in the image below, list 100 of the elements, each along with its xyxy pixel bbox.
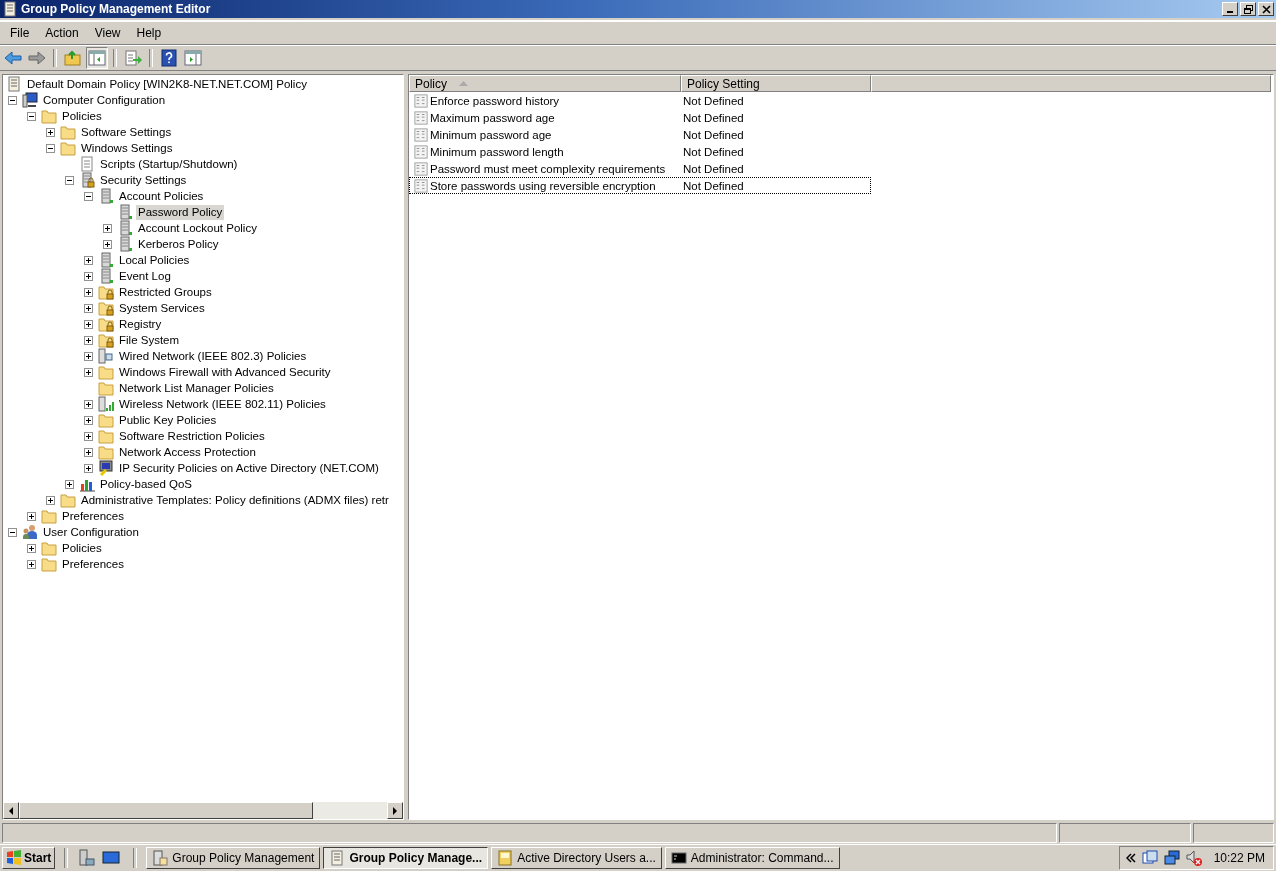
policy-name[interactable]: Minimum password age <box>430 128 552 141</box>
tree-item[interactable]: Security Settings <box>98 172 189 188</box>
server-manager-icon[interactable] <box>77 849 96 867</box>
tree-item[interactable]: Preferences <box>60 508 126 524</box>
policy-icon <box>414 110 428 125</box>
menu-item[interactable]: Help <box>128 24 170 42</box>
tree-item[interactable]: Network List Manager Policies <box>117 380 276 396</box>
expander-toggle[interactable] <box>27 111 36 121</box>
network-icon <box>98 348 114 364</box>
server-icon <box>117 220 133 236</box>
expander-toggle[interactable] <box>8 95 17 105</box>
tree-item[interactable]: Windows Firewall with Advanced Security <box>117 364 333 380</box>
start-button[interactable]: Start <box>2 847 56 869</box>
tree-item[interactable]: Scripts (Startup/Shutdown) <box>98 156 240 172</box>
tree-item[interactable]: Password Policy <box>136 204 225 220</box>
tree-item[interactable]: System Services <box>117 300 207 316</box>
tree-item[interactable]: User Configuration <box>41 524 141 540</box>
expander-toggle[interactable] <box>84 319 93 329</box>
tree-item[interactable]: Account Lockout Policy <box>136 220 259 236</box>
menu-item[interactable]: Action <box>37 24 87 42</box>
show-hidden-icons-icon[interactable] <box>1125 853 1136 863</box>
tree-item[interactable]: Software Restriction Policies <box>117 428 267 444</box>
taskbar-button[interactable]: Active Directory Users a... <box>491 847 662 869</box>
tree-item[interactable]: Software Settings <box>79 124 174 140</box>
tree-item[interactable]: Public Key Policies <box>117 412 219 428</box>
expander-toggle[interactable] <box>8 527 17 537</box>
tree-item[interactable]: Local Policies <box>117 252 192 268</box>
tree-item[interactable]: Default Domain Policy [WIN2K8-NET.NET.COM] Policy <box>25 76 309 92</box>
tree-item[interactable]: Registry <box>117 316 164 332</box>
taskbar-button[interactable]: Group Policy Manage... <box>323 847 489 869</box>
show-tree-button[interactable] <box>86 47 108 69</box>
scroll-left-button[interactable] <box>3 802 19 819</box>
restore-button[interactable] <box>1240 2 1256 16</box>
expander-toggle[interactable] <box>84 271 93 281</box>
expander-toggle[interactable] <box>84 303 93 313</box>
expander-toggle[interactable] <box>46 143 55 153</box>
tree-item[interactable]: Computer Configuration <box>41 92 168 108</box>
policy-name[interactable]: Password must meet complexity requirements <box>430 162 666 175</box>
tree-item[interactable]: Policies <box>60 108 104 124</box>
scroll-thumb[interactable] <box>19 802 314 819</box>
column-header[interactable]: Policy <box>409 75 681 92</box>
tree-item[interactable]: Preferences <box>60 556 126 572</box>
tree-item[interactable]: Restricted Groups <box>117 284 214 300</box>
expander-toggle[interactable] <box>65 479 74 489</box>
export-list-button[interactable] <box>122 47 144 69</box>
tree-item[interactable]: Event Log <box>117 268 173 284</box>
policy-name[interactable]: Maximum password age <box>430 111 555 124</box>
scroll-right-button[interactable] <box>387 802 403 819</box>
expander-toggle[interactable] <box>84 463 93 473</box>
minimize-button[interactable] <box>1222 2 1238 16</box>
expander-toggle[interactable] <box>84 287 93 297</box>
policy-name[interactable]: Store passwords using reversible encryption <box>430 179 656 192</box>
expander-toggle[interactable] <box>84 191 93 201</box>
menu-item[interactable]: File <box>2 24 38 42</box>
tree-item[interactable]: Network Access Protection <box>117 444 258 460</box>
expander-toggle[interactable] <box>84 415 93 425</box>
expander-toggle[interactable] <box>84 335 93 345</box>
monitor-icon[interactable] <box>102 849 121 867</box>
expander-toggle[interactable] <box>27 559 36 569</box>
close-button[interactable] <box>1258 2 1274 16</box>
tree-item[interactable]: Policy-based QoS <box>98 476 195 492</box>
expander-toggle[interactable] <box>27 511 36 521</box>
policy-setting: Not Defined <box>682 179 744 192</box>
tree-item[interactable]: Policies <box>60 540 104 556</box>
tree-item[interactable]: Windows Settings <box>79 140 175 156</box>
tree-item[interactable]: Account Policies <box>117 188 206 204</box>
network-icon[interactable] <box>1141 850 1158 866</box>
tree-item[interactable]: Administrative Templates: Policy definitions (ADMX files) retr <box>79 492 391 508</box>
expander-toggle[interactable] <box>65 175 74 185</box>
expander-toggle[interactable] <box>46 495 55 505</box>
muted-speaker-icon[interactable] <box>1185 850 1202 866</box>
tree-item[interactable]: Wired Network (IEEE 802.3) Policies <box>117 348 309 364</box>
tree-item[interactable]: File System <box>117 332 182 348</box>
script-icon <box>79 156 95 172</box>
book-icon <box>497 850 514 866</box>
column-header[interactable]: Policy Setting <box>681 75 871 92</box>
expander-toggle[interactable] <box>84 351 93 361</box>
expander-toggle[interactable] <box>46 127 55 137</box>
help-button[interactable] <box>158 47 180 69</box>
clock[interactable]: 10:22 PM <box>1213 851 1265 865</box>
tree-item[interactable]: Kerberos Policy <box>136 236 221 252</box>
horizontal-scrollbar[interactable] <box>3 802 403 819</box>
taskbar-button[interactable]: Group Policy Management <box>146 847 321 869</box>
expander-toggle[interactable] <box>84 255 93 265</box>
policy-name[interactable]: Minimum password length <box>430 145 564 158</box>
tree-item[interactable]: Wireless Network (IEEE 802.11) Policies <box>117 396 328 412</box>
expander-toggle[interactable] <box>103 223 112 233</box>
left-arrow-icon <box>7 806 15 815</box>
expander-toggle[interactable] <box>27 543 36 553</box>
tree-item[interactable]: IP Security Policies on Active Directory (NET.COM) <box>117 460 381 476</box>
expander-toggle[interactable] <box>84 447 93 457</box>
expander-toggle[interactable] <box>84 399 93 409</box>
policy-name[interactable]: Enforce password history <box>430 94 560 107</box>
menu-item[interactable]: View <box>86 24 129 42</box>
network-monitors-icon[interactable] <box>1163 850 1180 866</box>
expander-toggle[interactable] <box>84 431 93 441</box>
taskbar-button[interactable]: Administrator: Command... <box>664 847 840 869</box>
expander-toggle[interactable] <box>103 239 112 249</box>
policy-icon <box>414 127 428 142</box>
expander-toggle[interactable] <box>84 367 93 377</box>
